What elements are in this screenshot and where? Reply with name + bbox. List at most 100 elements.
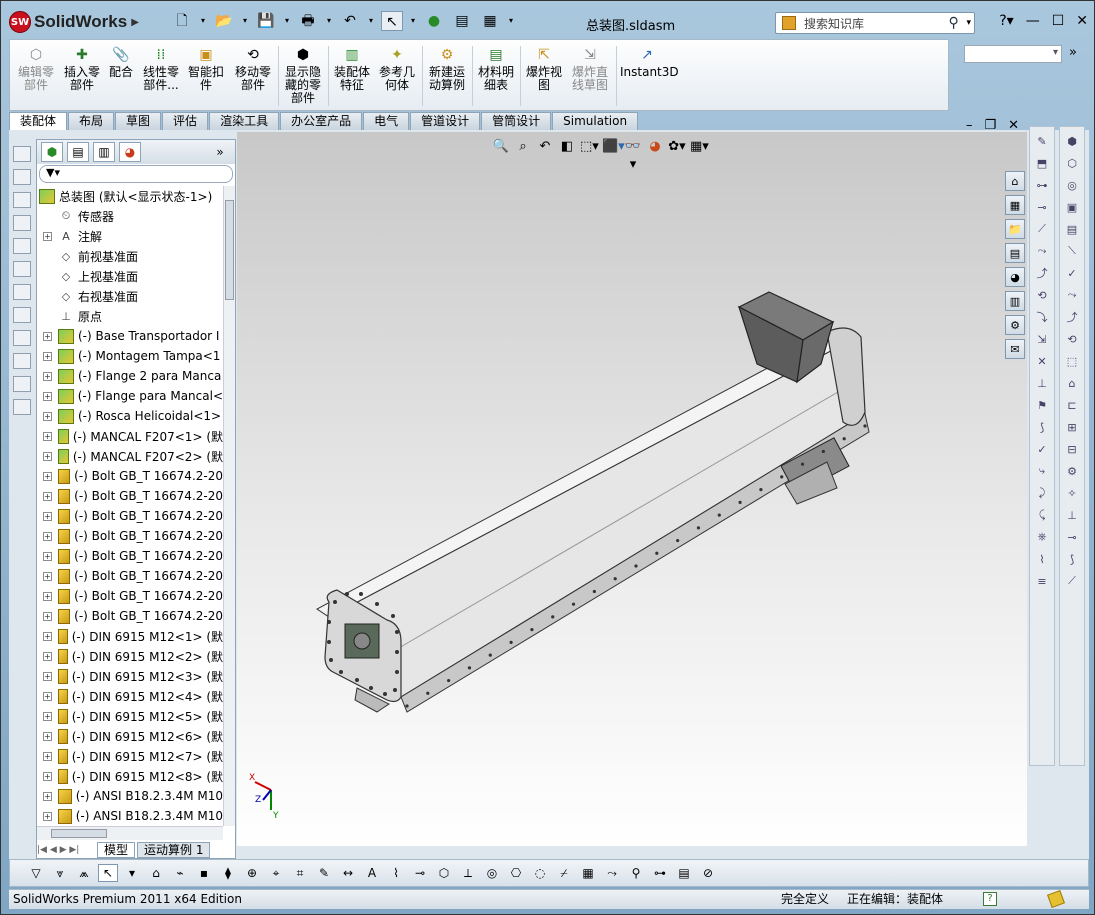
tree-item[interactable]: + (-) MANCAL F207<2> (默 (37, 446, 223, 466)
tool-icon[interactable] (13, 330, 31, 346)
expand-icon[interactable]: + (43, 691, 52, 701)
expand-icon[interactable]: + (43, 431, 52, 441)
tool-icon[interactable] (13, 284, 31, 300)
tree-item[interactable]: ⊥ 原点 (37, 306, 223, 326)
insert-component-button[interactable]: ✚ 插入零部件 (62, 46, 102, 92)
tool-icon[interactable]: ⊟ (1063, 441, 1081, 457)
configuration-dropdown[interactable] (964, 45, 1062, 63)
quick-tips-icon[interactable]: ? (983, 892, 997, 906)
tree-item[interactable]: + (-) Bolt GB_T 16674.2-20 (37, 486, 223, 506)
chevron-down-icon[interactable]: ▾ (122, 864, 142, 882)
open-folder-icon[interactable]: 📂 (213, 11, 235, 31)
tree-item[interactable]: + (-) DIN 6915 M12<4> (默 (37, 686, 223, 706)
chevron-down-icon[interactable]: ▾ (966, 18, 971, 28)
tree-item[interactable]: ⏲ 传感器 (37, 206, 223, 226)
filter-connectors-icon[interactable]: ⚲ (626, 864, 646, 882)
filter-sketch-icon[interactable]: ✎ (314, 864, 334, 882)
tree-vertical-scrollbar[interactable] (223, 186, 235, 826)
tab-simulation[interactable]: Simulation (552, 112, 639, 130)
chevron-down-icon[interactable]: ▾ (241, 11, 249, 31)
filter-vertices-icon[interactable]: ⌂ (146, 864, 166, 882)
tree-horizontal-scrollbar[interactable] (37, 826, 223, 840)
file-explorer-icon[interactable]: 📁 (1005, 219, 1025, 239)
filter-welds-icon[interactable]: ⌇ (386, 864, 406, 882)
tab-render-tools[interactable]: 渲染工具 (209, 112, 280, 130)
tool-icon[interactable]: ⚙ (1063, 463, 1081, 479)
tool-icon[interactable]: ⊏ (1063, 397, 1081, 413)
new-motion-study-button[interactable]: ⚙ 新建运动算例 (426, 46, 468, 92)
tool-icon[interactable] (13, 238, 31, 254)
tool-icon[interactable]: ⬡ (1063, 155, 1081, 171)
filter-notes-icon[interactable]: A (362, 864, 382, 882)
tree-item[interactable]: + (-) DIN 6915 M12<5> (默 (37, 706, 223, 726)
screw-conveyor-model[interactable] (237, 132, 1027, 846)
appearances-icon[interactable]: ◕ (1005, 267, 1025, 287)
expand-icon[interactable]: + (43, 771, 52, 781)
tree-item[interactable]: + (-) DIN 6915 M12<2> (默 (37, 646, 223, 666)
display-manager-tab-icon[interactable]: ◕ (119, 142, 141, 162)
filter-axes-icon[interactable]: ⊕ (242, 864, 262, 882)
tool-icon[interactable]: ⟆ (1063, 551, 1081, 567)
filter-loops-icon[interactable]: ⎔ (506, 864, 526, 882)
scrollbar-thumb[interactable] (51, 829, 107, 838)
tool-icon[interactable] (13, 307, 31, 323)
expand-icon[interactable]: + (43, 571, 52, 581)
expand-icon[interactable]: + (43, 511, 52, 521)
filter-faces-icon[interactable]: ▪ (194, 864, 214, 882)
select-arrow-icon[interactable]: ↖ (98, 864, 118, 882)
tree-item[interactable]: + (-) Bolt GB_T 16674.2-20 (37, 586, 223, 606)
filter-mates-icon[interactable]: ⊸ (410, 864, 430, 882)
feature-manager-tab-icon[interactable]: ⬢ (41, 142, 63, 162)
search-box[interactable]: 搜索知识库 ⚲ ▾ (775, 12, 975, 34)
tree-item[interactable]: + (-) Base Transportador I (37, 326, 223, 346)
tree-item[interactable]: + (-) Bolt GB_T 16674.2-20 (37, 606, 223, 626)
chevron-down-icon[interactable]: ▾ (283, 11, 291, 31)
filter-routes-icon[interactable]: ⤳ (602, 864, 622, 882)
expand-icon[interactable]: + (43, 751, 52, 761)
tool-icon[interactable]: ⌂ (1063, 375, 1081, 391)
solidworks-logo[interactable]: SW SolidWorks ▶ (9, 10, 139, 34)
tool-icon[interactable]: ⟍ (1063, 243, 1081, 259)
print-icon[interactable]: 🖶 (297, 11, 319, 31)
maximize-button[interactable]: ☐ (1052, 13, 1065, 29)
tree-item[interactable]: + (-) DIN 6915 M12<1> (默 (37, 626, 223, 646)
undo-icon[interactable]: ↶ (339, 11, 361, 31)
tab-office-products[interactable]: 办公室产品 (280, 112, 363, 130)
close-button[interactable]: ✕ (1076, 13, 1088, 29)
rebuild-indicator-icon[interactable] (1047, 890, 1065, 908)
tool-icon[interactable]: ✓ (1063, 265, 1081, 281)
tool-icon[interactable]: ⟋ (1063, 573, 1081, 589)
menu-arrow-icon[interactable]: ▶ (131, 17, 139, 28)
tool-icon[interactable]: ⬒ (1033, 155, 1051, 171)
expand-icon[interactable]: + (43, 471, 52, 481)
exploded-view-button[interactable]: ⇱ 爆炸视图 (524, 46, 564, 92)
tool-icon[interactable]: ⟲ (1063, 331, 1081, 347)
tree-item[interactable]: ◇ 前视基准面 (37, 246, 223, 266)
expand-icon[interactable]: + (43, 411, 52, 421)
filter-points-icon[interactable]: ⌗ (290, 864, 310, 882)
expand-icon[interactable]: + (43, 791, 52, 801)
expand-icon[interactable]: + (43, 651, 52, 661)
filter-regions-icon[interactable]: ▦ (578, 864, 598, 882)
custom-properties-icon[interactable]: ▥ (1005, 291, 1025, 311)
rebuild-icon[interactable]: ● (423, 11, 445, 31)
filter-icon[interactable]: ▽ (26, 864, 46, 882)
search-input[interactable]: 搜索知识库 (804, 15, 948, 32)
select-arrow-icon[interactable]: ↖ (381, 11, 403, 31)
expand-icon[interactable]: + (43, 371, 52, 381)
filter-icon[interactable]: ⩕ (74, 864, 94, 882)
move-component-button[interactable]: ⟲ 移动零部件 (232, 46, 274, 92)
tool-icon[interactable]: ⬢ (1063, 133, 1081, 149)
configuration-manager-tab-icon[interactable]: ▥ (93, 142, 115, 162)
chevron-down-icon[interactable]: ▾ (409, 11, 417, 31)
tool-icon[interactable]: ≡ (1033, 573, 1051, 589)
tool-icon[interactable]: ✕ (1033, 353, 1051, 369)
tree-item[interactable]: + (-) Rosca Helicoidal<1> (37, 406, 223, 426)
tree-filter-input[interactable]: ▼▾ (39, 165, 233, 183)
tab-sketch[interactable]: 草图 (115, 112, 162, 130)
filter-toggle-icon[interactable]: ⊘ (698, 864, 718, 882)
tab-layout[interactable]: 布局 (68, 112, 115, 130)
filter-cosmetic-icon[interactable]: ⌿ (554, 864, 574, 882)
tree-item[interactable]: + (-) Bolt GB_T 16674.2-20 (37, 506, 223, 526)
home-icon[interactable]: ⌂ (1005, 171, 1025, 191)
